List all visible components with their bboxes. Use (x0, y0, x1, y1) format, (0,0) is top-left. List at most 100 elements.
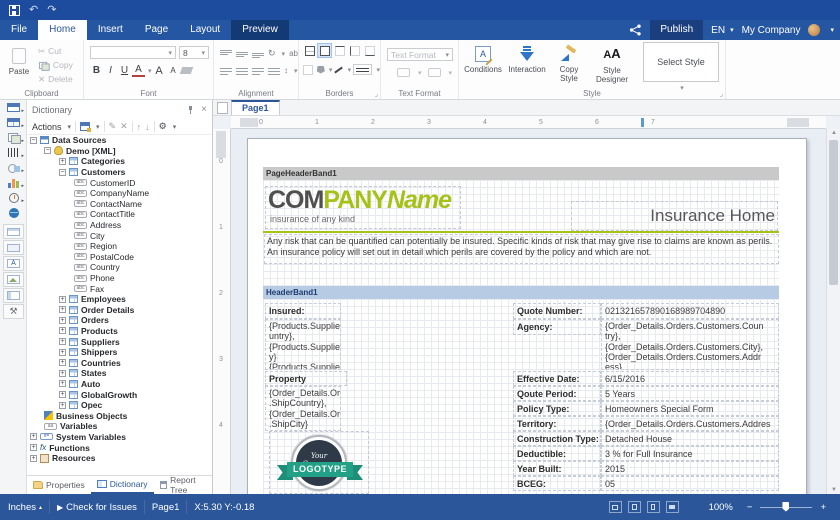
vertical-scrollbar[interactable]: ▲ ▼ (826, 129, 840, 494)
insured-label-cell[interactable]: Insured: (265, 303, 341, 319)
account-name[interactable]: My Company (742, 25, 801, 36)
tree-item[interactable]: abcFax (27, 283, 211, 294)
band-component-button[interactable]: ▸ (0, 100, 27, 115)
tree-item[interactable]: +Order Details (27, 305, 211, 316)
save-icon[interactable] (9, 5, 20, 16)
shape-component-button[interactable]: ▸ (0, 160, 27, 175)
new-page-icon[interactable] (217, 102, 228, 114)
intro-paragraph-component[interactable]: Any risk that can be quantified can pote… (264, 234, 779, 264)
tree-item[interactable]: −Data Sources (27, 135, 211, 146)
border-all-button[interactable] (302, 43, 317, 58)
field-label-cell[interactable]: Effective Date: (513, 371, 601, 386)
tree-item[interactable]: abcCustomerID (27, 177, 211, 188)
design-canvas[interactable]: PageHeaderBand1 HeaderBand1 COMPANYName … (231, 129, 826, 494)
scroll-down-icon[interactable]: ▼ (831, 487, 837, 493)
tab-page[interactable]: Page (134, 20, 179, 40)
units-selector[interactable]: Inches ▴ (8, 502, 42, 513)
field-label-cell[interactable]: Construction Type: (513, 431, 601, 446)
tree-item[interactable]: +GlobalGrowth (27, 389, 211, 400)
align-right-icon[interactable] (252, 67, 264, 75)
tree-item[interactable]: +Categories (27, 156, 211, 167)
tools-button[interactable]: ⚒ (3, 304, 24, 319)
borders-dialog-launcher[interactable]: ⌟ (375, 90, 378, 98)
page-tab[interactable]: Page1 (231, 100, 280, 115)
underline-button[interactable]: U (118, 64, 131, 77)
image-component-button[interactable] (3, 272, 24, 287)
tab-properties[interactable]: Properties (27, 476, 91, 494)
field-label-cell[interactable]: Year Built: (513, 461, 601, 476)
tab-layout[interactable]: Layout (179, 20, 231, 40)
tree-item[interactable]: −Customers (27, 167, 211, 178)
tree-item[interactable]: −Demo [XML] (27, 146, 211, 157)
field-label-cell[interactable]: Deductible: (513, 446, 601, 461)
map-component-button[interactable] (0, 205, 27, 220)
tree-item[interactable]: +Auto (27, 379, 211, 390)
tree-item[interactable]: aaVariables (27, 421, 211, 432)
logo-text-component[interactable]: COMPANYName insurance of any kind (265, 186, 461, 229)
align-bottom-icon[interactable] (252, 50, 264, 58)
field-label-cell[interactable]: Territory: (513, 416, 601, 431)
avatar[interactable] (808, 24, 820, 36)
barcode-component-button[interactable]: ▸ (0, 145, 27, 160)
publish-button[interactable]: Publish (650, 20, 703, 40)
clone-component-button[interactable]: ▸ (0, 130, 27, 145)
shrink-font-button[interactable]: A (167, 64, 180, 77)
tree-item[interactable]: +Suppliers (27, 336, 211, 347)
gauge-component-button[interactable]: ▸ (0, 190, 27, 205)
custom-format-icon[interactable] (428, 68, 441, 77)
tab-insert[interactable]: Insert (87, 20, 134, 40)
copy-style-button[interactable]: Copy Style (549, 42, 589, 92)
tree-item[interactable]: abcPostalCode (27, 252, 211, 263)
tree-item[interactable]: +Countries (27, 357, 211, 368)
tree-item[interactable]: +Shippers (27, 347, 211, 358)
text-format-select[interactable]: Text Format▾ (387, 48, 453, 61)
undo-icon[interactable]: ↶ (29, 0, 38, 20)
font-size-select[interactable]: 8▾ (179, 46, 209, 59)
zoom-slider[interactable] (760, 507, 812, 508)
tree-item[interactable]: abcCity (27, 230, 211, 241)
panel-component-button[interactable] (3, 288, 24, 303)
tree-item[interactable]: +Orders (27, 315, 211, 326)
tab-preview[interactable]: Preview (231, 20, 289, 40)
zoom-in-button[interactable]: + (820, 502, 826, 513)
cut-button[interactable]: ✂ Cut (38, 44, 73, 58)
conditions-button[interactable]: A Conditions (461, 42, 505, 92)
quote-number-label-cell[interactable]: Quote Number: (513, 303, 601, 319)
language-selector[interactable]: EN▾ (711, 25, 733, 36)
align-top-icon[interactable] (220, 50, 232, 58)
font-color-button[interactable]: A (132, 65, 145, 77)
align-justify-icon[interactable] (268, 67, 280, 75)
chart-component-button[interactable]: ▸ (0, 175, 27, 190)
paste-button[interactable]: Paste (4, 44, 34, 86)
tree-item[interactable]: +States (27, 368, 211, 379)
word-wrap-icon[interactable]: ab (289, 49, 298, 58)
tree-item[interactable]: +Opec (27, 400, 211, 411)
view-mode-multi-page-button[interactable] (666, 501, 679, 513)
field-value-cell[interactable]: 5 Years (601, 386, 779, 401)
interaction-button[interactable]: Interaction (505, 42, 549, 92)
tree-item[interactable]: abcRegion (27, 241, 211, 252)
accent-line-component[interactable] (263, 231, 779, 233)
logotype-image-component[interactable]: Your Company LOGOTYPE (269, 431, 369, 494)
gear-icon[interactable]: ⚙ (159, 121, 167, 132)
border-top-button[interactable] (332, 43, 347, 58)
share-icon[interactable] (629, 24, 642, 36)
close-icon[interactable]: × (201, 105, 207, 115)
field-label-cell[interactable]: Policy Type: (513, 401, 601, 416)
view-mode-page-height-button[interactable] (628, 501, 641, 513)
tab-report-tree[interactable]: Report Tree (154, 476, 212, 494)
field-value-cell[interactable]: {Order_Details.Orders.Customers.Addres (601, 416, 779, 431)
check-for-issues-button[interactable]: ▶ Check for Issues (57, 502, 137, 513)
border-color-icon[interactable] (335, 66, 344, 73)
border-none-button[interactable] (302, 62, 315, 77)
header-band-bar[interactable]: HeaderBand1 (263, 286, 779, 299)
border-left-button[interactable] (347, 43, 362, 58)
align-center-icon[interactable] (236, 67, 248, 75)
tree-item[interactable]: +x=System Variables (27, 432, 211, 443)
copy-button[interactable]: Copy (38, 58, 73, 72)
tree-item[interactable]: abcCountry (27, 262, 211, 273)
line-spacing-icon[interactable]: ↕ (284, 66, 288, 75)
tab-home[interactable]: Home (38, 20, 87, 40)
clear-format-icon[interactable] (179, 67, 193, 74)
table-component-button[interactable]: ▸ (0, 115, 27, 130)
